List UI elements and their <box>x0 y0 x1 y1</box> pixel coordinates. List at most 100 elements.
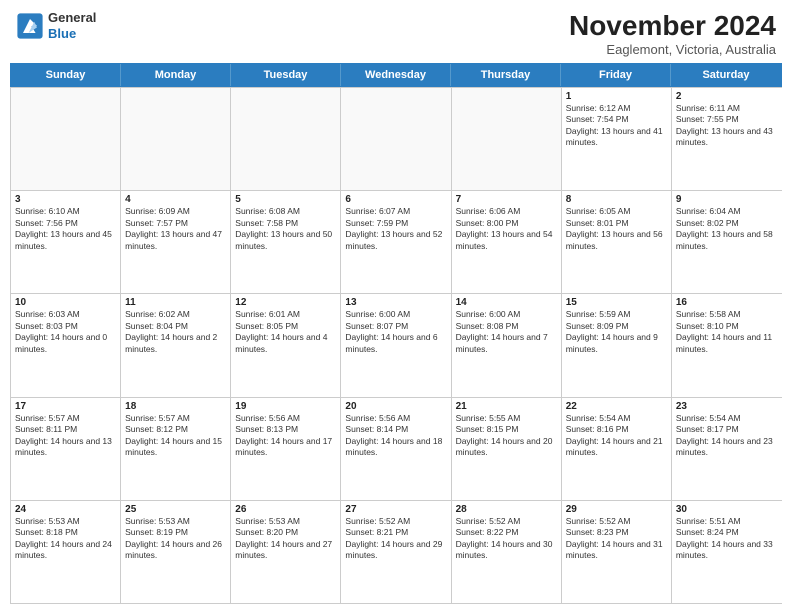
day-info: Sunrise: 6:06 AMSunset: 8:00 PMDaylight:… <box>456 206 557 252</box>
day-info: Sunrise: 5:52 AMSunset: 8:23 PMDaylight:… <box>566 516 667 562</box>
day-number: 28 <box>456 504 557 515</box>
location: Eaglemont, Victoria, Australia <box>569 42 776 57</box>
calendar-cell: 30Sunrise: 5:51 AMSunset: 8:24 PMDayligh… <box>672 501 782 603</box>
logo-line2: Blue <box>48 26 76 41</box>
day-number: 5 <box>235 194 336 205</box>
weekday-header: Monday <box>121 64 231 86</box>
calendar-cell: 6Sunrise: 6:07 AMSunset: 7:59 PMDaylight… <box>341 191 451 293</box>
weekday-header: Thursday <box>451 64 561 86</box>
title-block: November 2024 Eaglemont, Victoria, Austr… <box>569 10 776 57</box>
day-number: 11 <box>125 297 226 308</box>
calendar-cell <box>231 88 341 190</box>
day-number: 7 <box>456 194 557 205</box>
calendar-header: SundayMondayTuesdayWednesdayThursdayFrid… <box>10 63 782 87</box>
day-info: Sunrise: 5:56 AMSunset: 8:13 PMDaylight:… <box>235 413 336 459</box>
calendar-cell: 10Sunrise: 6:03 AMSunset: 8:03 PMDayligh… <box>11 294 121 396</box>
calendar-cell: 23Sunrise: 5:54 AMSunset: 8:17 PMDayligh… <box>672 398 782 500</box>
calendar-cell: 25Sunrise: 5:53 AMSunset: 8:19 PMDayligh… <box>121 501 231 603</box>
day-info: Sunrise: 5:54 AMSunset: 8:16 PMDaylight:… <box>566 413 667 459</box>
calendar-body: 1Sunrise: 6:12 AMSunset: 7:54 PMDaylight… <box>10 87 782 604</box>
logo-text: General Blue <box>48 10 96 41</box>
calendar-cell <box>341 88 451 190</box>
day-info: Sunrise: 6:00 AMSunset: 8:08 PMDaylight:… <box>456 309 557 355</box>
logo-line1: General <box>48 10 96 26</box>
calendar-cell: 15Sunrise: 5:59 AMSunset: 8:09 PMDayligh… <box>562 294 672 396</box>
weekday-header: Friday <box>561 64 671 86</box>
day-info: Sunrise: 6:12 AMSunset: 7:54 PMDaylight:… <box>566 103 667 149</box>
day-number: 18 <box>125 401 226 412</box>
day-info: Sunrise: 6:00 AMSunset: 8:07 PMDaylight:… <box>345 309 446 355</box>
day-info: Sunrise: 6:01 AMSunset: 8:05 PMDaylight:… <box>235 309 336 355</box>
calendar-cell: 20Sunrise: 5:56 AMSunset: 8:14 PMDayligh… <box>341 398 451 500</box>
day-number: 16 <box>676 297 778 308</box>
weekday-header: Saturday <box>671 64 781 86</box>
calendar-row: 17Sunrise: 5:57 AMSunset: 8:11 PMDayligh… <box>11 397 782 500</box>
day-info: Sunrise: 5:55 AMSunset: 8:15 PMDaylight:… <box>456 413 557 459</box>
day-number: 29 <box>566 504 667 515</box>
day-info: Sunrise: 5:56 AMSunset: 8:14 PMDaylight:… <box>345 413 446 459</box>
day-info: Sunrise: 6:07 AMSunset: 7:59 PMDaylight:… <box>345 206 446 252</box>
day-number: 8 <box>566 194 667 205</box>
day-info: Sunrise: 5:51 AMSunset: 8:24 PMDaylight:… <box>676 516 778 562</box>
calendar-cell: 22Sunrise: 5:54 AMSunset: 8:16 PMDayligh… <box>562 398 672 500</box>
calendar-cell <box>11 88 121 190</box>
calendar-cell: 24Sunrise: 5:53 AMSunset: 8:18 PMDayligh… <box>11 501 121 603</box>
calendar-cell: 1Sunrise: 6:12 AMSunset: 7:54 PMDaylight… <box>562 88 672 190</box>
calendar-cell <box>452 88 562 190</box>
day-number: 27 <box>345 504 446 515</box>
calendar: SundayMondayTuesdayWednesdayThursdayFrid… <box>0 63 792 612</box>
header: General Blue November 2024 Eaglemont, Vi… <box>0 0 792 63</box>
day-number: 3 <box>15 194 116 205</box>
day-info: Sunrise: 5:57 AMSunset: 8:11 PMDaylight:… <box>15 413 116 459</box>
day-number: 2 <box>676 91 778 102</box>
calendar-cell: 28Sunrise: 5:52 AMSunset: 8:22 PMDayligh… <box>452 501 562 603</box>
calendar-row: 24Sunrise: 5:53 AMSunset: 8:18 PMDayligh… <box>11 500 782 603</box>
calendar-row: 3Sunrise: 6:10 AMSunset: 7:56 PMDaylight… <box>11 190 782 293</box>
calendar-cell: 21Sunrise: 5:55 AMSunset: 8:15 PMDayligh… <box>452 398 562 500</box>
day-info: Sunrise: 6:08 AMSunset: 7:58 PMDaylight:… <box>235 206 336 252</box>
day-number: 9 <box>676 194 778 205</box>
day-info: Sunrise: 6:09 AMSunset: 7:57 PMDaylight:… <box>125 206 226 252</box>
calendar-cell: 16Sunrise: 5:58 AMSunset: 8:10 PMDayligh… <box>672 294 782 396</box>
day-info: Sunrise: 5:52 AMSunset: 8:22 PMDaylight:… <box>456 516 557 562</box>
day-number: 1 <box>566 91 667 102</box>
calendar-cell: 19Sunrise: 5:56 AMSunset: 8:13 PMDayligh… <box>231 398 341 500</box>
day-number: 15 <box>566 297 667 308</box>
calendar-row: 10Sunrise: 6:03 AMSunset: 8:03 PMDayligh… <box>11 293 782 396</box>
calendar-cell: 27Sunrise: 5:52 AMSunset: 8:21 PMDayligh… <box>341 501 451 603</box>
day-number: 30 <box>676 504 778 515</box>
calendar-cell: 26Sunrise: 5:53 AMSunset: 8:20 PMDayligh… <box>231 501 341 603</box>
calendar-cell <box>121 88 231 190</box>
logo-icon <box>16 12 44 40</box>
calendar-cell: 8Sunrise: 6:05 AMSunset: 8:01 PMDaylight… <box>562 191 672 293</box>
weekday-header: Tuesday <box>231 64 341 86</box>
day-info: Sunrise: 6:11 AMSunset: 7:55 PMDaylight:… <box>676 103 778 149</box>
day-number: 10 <box>15 297 116 308</box>
day-number: 6 <box>345 194 446 205</box>
calendar-cell: 7Sunrise: 6:06 AMSunset: 8:00 PMDaylight… <box>452 191 562 293</box>
calendar-cell: 29Sunrise: 5:52 AMSunset: 8:23 PMDayligh… <box>562 501 672 603</box>
page: General Blue November 2024 Eaglemont, Vi… <box>0 0 792 612</box>
day-info: Sunrise: 6:04 AMSunset: 8:02 PMDaylight:… <box>676 206 778 252</box>
day-info: Sunrise: 5:53 AMSunset: 8:19 PMDaylight:… <box>125 516 226 562</box>
calendar-cell: 5Sunrise: 6:08 AMSunset: 7:58 PMDaylight… <box>231 191 341 293</box>
calendar-cell: 13Sunrise: 6:00 AMSunset: 8:07 PMDayligh… <box>341 294 451 396</box>
day-number: 14 <box>456 297 557 308</box>
calendar-cell: 17Sunrise: 5:57 AMSunset: 8:11 PMDayligh… <box>11 398 121 500</box>
day-number: 21 <box>456 401 557 412</box>
day-info: Sunrise: 5:53 AMSunset: 8:18 PMDaylight:… <box>15 516 116 562</box>
day-number: 19 <box>235 401 336 412</box>
day-info: Sunrise: 5:57 AMSunset: 8:12 PMDaylight:… <box>125 413 226 459</box>
calendar-cell: 2Sunrise: 6:11 AMSunset: 7:55 PMDaylight… <box>672 88 782 190</box>
day-number: 23 <box>676 401 778 412</box>
day-number: 26 <box>235 504 336 515</box>
calendar-cell: 14Sunrise: 6:00 AMSunset: 8:08 PMDayligh… <box>452 294 562 396</box>
day-number: 17 <box>15 401 116 412</box>
day-number: 4 <box>125 194 226 205</box>
day-info: Sunrise: 5:59 AMSunset: 8:09 PMDaylight:… <box>566 309 667 355</box>
calendar-row: 1Sunrise: 6:12 AMSunset: 7:54 PMDaylight… <box>11 87 782 190</box>
day-number: 13 <box>345 297 446 308</box>
calendar-cell: 3Sunrise: 6:10 AMSunset: 7:56 PMDaylight… <box>11 191 121 293</box>
day-info: Sunrise: 6:05 AMSunset: 8:01 PMDaylight:… <box>566 206 667 252</box>
logo: General Blue <box>16 10 96 41</box>
